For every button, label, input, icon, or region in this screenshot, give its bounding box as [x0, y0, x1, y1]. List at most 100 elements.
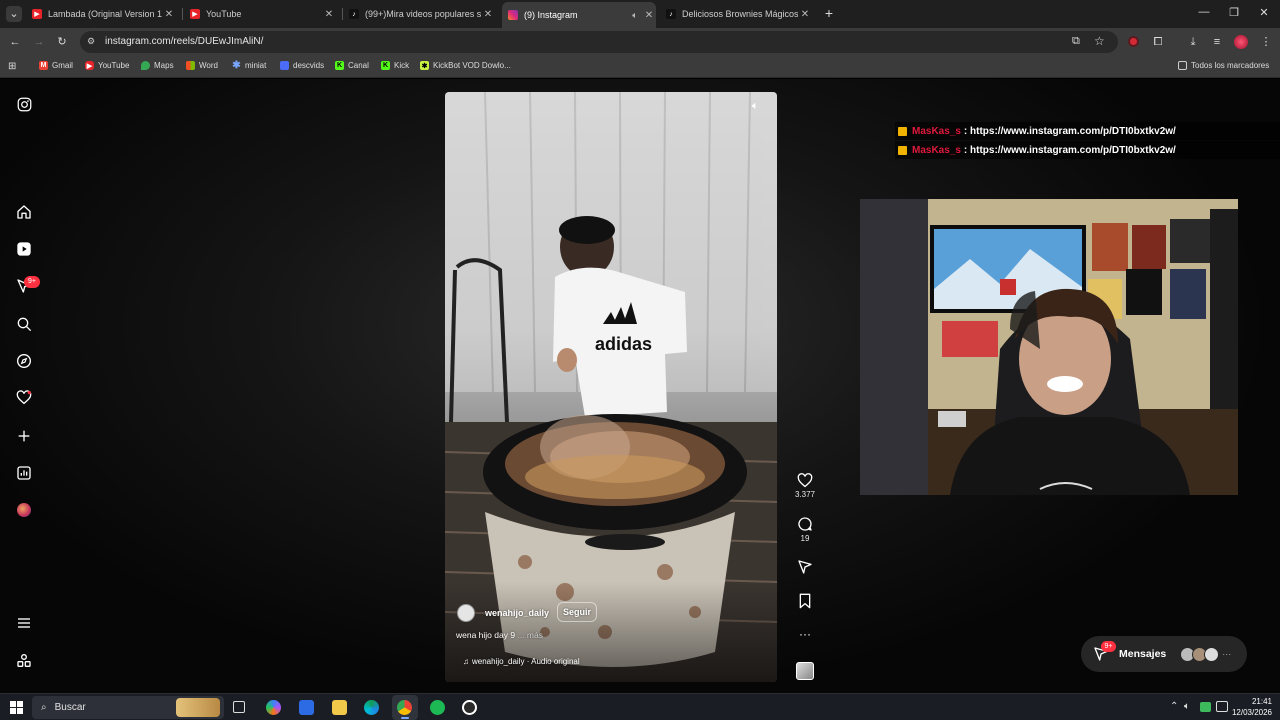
more-options-icon[interactable]: ···	[796, 627, 814, 641]
avatar	[1204, 646, 1220, 662]
reels-icon[interactable]	[16, 241, 32, 257]
tray-app-icon[interactable]	[1200, 702, 1211, 712]
tiktok-icon: ♪	[666, 9, 676, 19]
more-caption-link[interactable]: ... más	[517, 630, 543, 640]
tab-instagram[interactable]: (9) Instagram 🔈︎ ✕	[502, 2, 656, 28]
obs-icon[interactable]	[462, 700, 477, 715]
menu-icon[interactable]: ⋮	[1258, 35, 1274, 49]
instagram-icon	[508, 10, 518, 20]
search-icon: ⌕	[41, 702, 47, 713]
bookmark-miniat[interactable]: ✱ miniat	[232, 60, 266, 71]
file-explorer-icon[interactable]	[332, 700, 347, 715]
mute-toggle-icon[interactable]: 🔈︎	[752, 100, 759, 113]
bookmark-icon[interactable]	[798, 593, 812, 609]
download-icon[interactable]: ⤓	[1185, 35, 1201, 49]
minimize-button[interactable]: —	[1194, 6, 1214, 18]
windows-start-icon[interactable]	[10, 701, 23, 714]
messages-button[interactable]: 9+ Mensajes ···	[1081, 636, 1247, 672]
comment-icon[interactable]	[797, 516, 813, 532]
site-info-icon[interactable]: ⚙	[87, 36, 98, 47]
tab-tiktok-brownies[interactable]: ♪ Deliciosos Brownies Mágicos co ✕	[666, 4, 812, 24]
bookmark-word[interactable]: Word	[186, 61, 218, 70]
bookmark-canal[interactable]: K Canal	[335, 61, 369, 70]
explore-icon[interactable]	[16, 353, 32, 369]
chrome-taskbar-active[interactable]	[392, 695, 418, 720]
store-icon[interactable]	[299, 700, 314, 715]
address-bar[interactable]: ⚙ instagram.com/reels/DUEwJImAliN/ ⧉ ☆	[80, 31, 1118, 53]
youtube-icon: ▶	[190, 9, 200, 19]
tiktok-icon: ♪	[349, 9, 359, 19]
all-bookmarks-folder[interactable]: Todos los marcadores	[1178, 61, 1269, 70]
follow-button[interactable]: Seguir	[557, 602, 598, 622]
close-icon[interactable]: ✕	[322, 9, 336, 20]
new-tab-button[interactable]: +	[821, 6, 837, 20]
record-extension-icon[interactable]	[1128, 36, 1139, 47]
like-action[interactable]: 3.377	[795, 473, 815, 499]
volume-tray-icon[interactable]: 🔈︎	[1184, 701, 1190, 712]
create-icon[interactable]	[16, 428, 32, 444]
close-window-button[interactable]: ✕	[1254, 6, 1274, 19]
more-menu-icon[interactable]	[16, 615, 32, 631]
instagram-logo-icon[interactable]	[16, 96, 32, 112]
comment-count: 19	[800, 534, 810, 543]
home-icon[interactable]	[16, 204, 32, 220]
folder-icon	[1178, 61, 1187, 70]
dashboard-icon[interactable]	[16, 465, 32, 481]
word-icon	[186, 61, 195, 70]
bookmark-kick[interactable]: K Kick	[381, 61, 409, 70]
tab-search-button[interactable]: ⌄	[6, 6, 22, 22]
reel-video[interactable]: adidas 🔈︎ wenahijo_daily Seguir wena hij…	[445, 92, 777, 682]
youtube-icon: ▶	[85, 61, 94, 70]
kick-icon: K	[381, 61, 390, 70]
restore-button[interactable]: ❐	[1224, 6, 1244, 19]
tab-youtube[interactable]: ▶ YouTube ✕	[190, 4, 336, 24]
reload-button[interactable]: ↻	[54, 35, 70, 49]
spotify-icon[interactable]	[430, 700, 445, 715]
close-icon[interactable]: ✕	[642, 10, 656, 21]
messages-label: Mensajes	[1119, 648, 1167, 660]
close-icon[interactable]: ✕	[162, 9, 176, 20]
bookmark-gmail[interactable]: M Gmail	[39, 61, 73, 70]
speaker-icon[interactable]: 🔈︎	[628, 10, 642, 21]
close-icon[interactable]: ✕	[481, 9, 495, 20]
share-icon[interactable]	[797, 559, 813, 575]
author-avatar[interactable]	[457, 604, 475, 622]
bookmark-kickbot[interactable]: ✱ KickBot VOD Dowlo...	[420, 61, 511, 70]
save-action[interactable]	[796, 593, 814, 609]
message-avatars	[1180, 646, 1220, 662]
media-control-icon[interactable]: ≡	[1209, 35, 1225, 49]
webcam-feed-image	[860, 199, 1238, 495]
heart-notifications-icon[interactable]	[16, 390, 32, 406]
also-from-meta-icon[interactable]	[16, 653, 32, 669]
bookmark-maps[interactable]: Maps	[141, 61, 174, 70]
back-button[interactable]: ←	[7, 35, 23, 49]
chat-message: MasKas_s : https://www.instagram.com/p/D…	[895, 141, 1280, 159]
show-hidden-icons[interactable]: ⌃	[1170, 701, 1178, 712]
author-username[interactable]: wenahijo_daily	[485, 608, 549, 618]
audio-cover-thumbnail[interactable]	[796, 662, 814, 680]
tab-tiktok-popular[interactable]: ♪ (99+)Mira videos populares sobre ✕	[349, 4, 495, 24]
edge-icon[interactable]	[364, 700, 379, 715]
profile-avatar[interactable]	[1234, 35, 1248, 49]
system-clock[interactable]: 21:41 12/03/2026	[1226, 696, 1272, 718]
close-icon[interactable]: ✕	[798, 9, 812, 20]
notification-badge: 9+	[24, 276, 40, 288]
cast-icon[interactable]: ⧉	[1072, 35, 1080, 48]
apps-icon[interactable]: ⊞	[8, 61, 16, 72]
comment-action[interactable]: 19	[796, 516, 814, 543]
extensions-icon[interactable]: ⧠	[1150, 35, 1166, 49]
search-icon[interactable]	[16, 316, 32, 332]
forward-button[interactable]: →	[31, 35, 47, 49]
bookmark-youtube[interactable]: ▶ YouTube	[85, 61, 129, 70]
tab-lambada[interactable]: ▶ Lambada (Original Version 1989) ✕	[32, 4, 176, 24]
audio-link[interactable]: ♫ wenahijo_daily · Audio original	[463, 657, 580, 666]
bookmark-descvids[interactable]: descvids	[280, 61, 324, 70]
share-action[interactable]	[796, 559, 814, 575]
taskbar-search[interactable]: ⌕ Buscar	[32, 696, 224, 719]
bookmark-star-icon[interactable]: ☆	[1094, 34, 1105, 48]
profile-avatar-icon[interactable]	[16, 502, 32, 518]
copilot-icon[interactable]	[266, 700, 281, 715]
task-view-icon[interactable]	[233, 701, 245, 713]
heart-icon[interactable]	[797, 473, 813, 488]
chrome-icon	[397, 700, 412, 715]
